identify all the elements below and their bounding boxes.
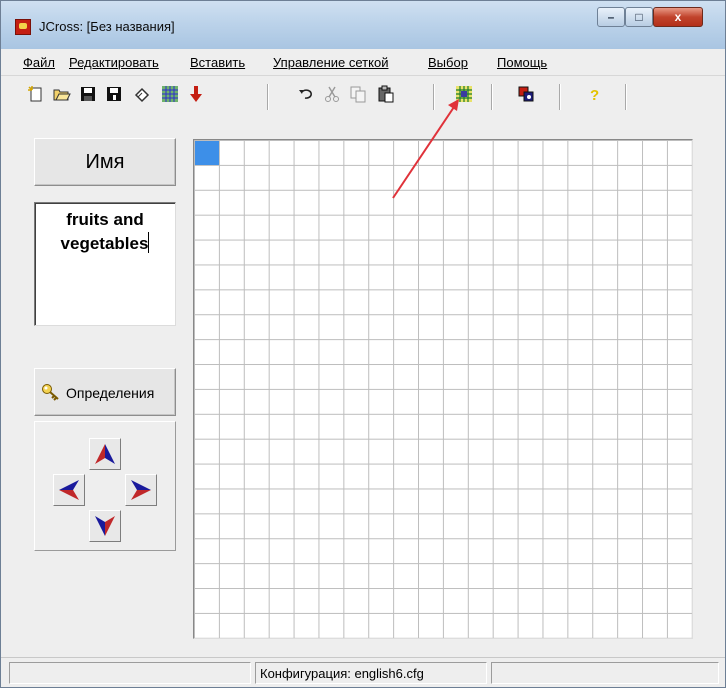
up-arrow-icon — [95, 444, 115, 464]
colors-icon[interactable] — [515, 85, 537, 107]
menu-select[interactable]: Выбор — [428, 55, 468, 70]
menu-insert[interactable]: Вставить — [190, 55, 245, 70]
new-icon[interactable] — [25, 85, 47, 107]
grid-navigation-pad — [34, 421, 176, 551]
menu-bar: Файл Редактировать Вставить Управление с… — [1, 49, 725, 75]
status-pane-right — [491, 662, 719, 684]
name-button[interactable]: Имя — [34, 138, 176, 186]
move-left-button[interactable] — [53, 474, 85, 506]
definitions-label: Определения — [66, 385, 155, 401]
toolbar-separator — [433, 84, 435, 110]
toolbar-separator — [625, 84, 627, 110]
help-icon[interactable]: ? — [583, 85, 605, 107]
save-icon[interactable] — [77, 85, 99, 107]
move-up-button[interactable] — [89, 438, 121, 470]
move-right-button[interactable] — [125, 474, 157, 506]
clear-icon[interactable] — [131, 85, 153, 107]
maximize-button[interactable]: □ — [625, 7, 653, 27]
generate-grid-icon[interactable] — [453, 85, 475, 107]
minimize-button[interactable]: – — [597, 7, 625, 27]
toolbar-separator — [559, 84, 561, 110]
menu-file[interactable]: Файл — [23, 55, 55, 70]
menu-grid-control[interactable]: Управление сеткой — [273, 55, 388, 70]
key-icon — [42, 384, 59, 401]
text-caret — [148, 232, 150, 253]
status-bar: Конфигурация: english6.cfg — [1, 657, 725, 687]
status-pane-config: Конфигурация: english6.cfg — [255, 662, 487, 684]
definitions-button[interactable]: Определения — [34, 368, 176, 416]
grid-cells[interactable] — [194, 140, 692, 638]
jcross-app-icon[interactable] — [15, 19, 31, 35]
toolbar-separator — [491, 84, 493, 110]
close-button[interactable]: x — [653, 7, 703, 27]
title-bar[interactable]: JCross: [Без названия] – □ x — [1, 1, 725, 49]
open-icon[interactable] — [51, 85, 73, 107]
crossword-name-field[interactable]: fruits and vegetables — [34, 202, 176, 326]
menu-help[interactable]: Помощь — [497, 55, 547, 70]
right-arrow-icon — [131, 480, 151, 500]
window-title: JCross: [Без названия] — [39, 19, 175, 34]
copy-icon[interactable] — [347, 85, 369, 107]
name-value-line-2: vegetables — [60, 232, 150, 253]
paste-icon[interactable] — [375, 85, 397, 107]
grid-pattern-icon[interactable] — [159, 85, 181, 107]
move-down-button[interactable] — [89, 510, 121, 542]
status-config-text: Конфигурация: english6.cfg — [260, 666, 424, 681]
status-pane-left — [9, 662, 251, 684]
app-window: JCross: [Без названия] – □ x Файл Редакт… — [0, 0, 726, 688]
undo-icon[interactable] — [295, 85, 317, 107]
toolbar-separator — [267, 84, 269, 110]
save-as-icon[interactable] — [103, 85, 125, 107]
svg-text:?: ? — [590, 87, 599, 103]
left-arrow-icon — [59, 480, 79, 500]
selected-cell[interactable] — [195, 141, 219, 165]
down-arrow-icon[interactable] — [185, 85, 207, 107]
crossword-grid[interactable] — [193, 139, 693, 639]
cut-icon[interactable] — [321, 85, 343, 107]
menu-edit[interactable]: Редактировать — [69, 55, 159, 70]
name-value-line-1: fruits and — [66, 210, 144, 229]
down-arrow-icon — [95, 516, 115, 536]
toolbar: ? — [1, 75, 725, 116]
